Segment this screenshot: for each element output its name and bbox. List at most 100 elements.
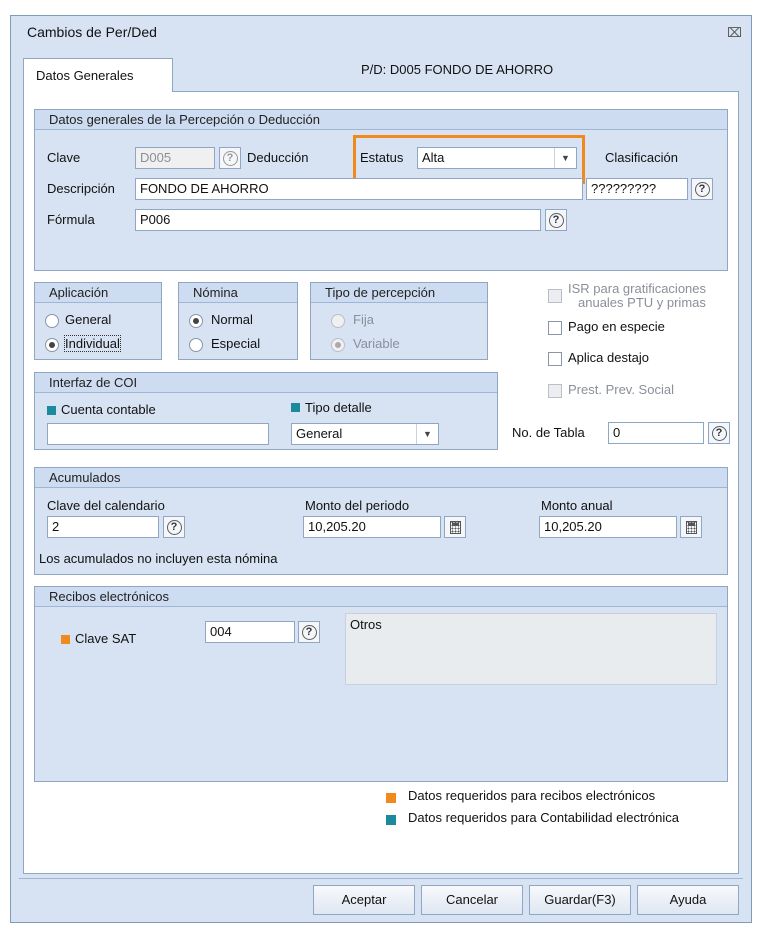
dialog-window: Cambios de Per/Ded ⌧ Datos Generales P/D… (10, 15, 752, 923)
isr-label-line1: ISR para gratificaciones (568, 281, 707, 296)
calculator-icon (685, 520, 697, 534)
clave-calendario-label: Clave del calendario (47, 498, 165, 513)
tab-datos-generales[interactable]: Datos Generales (23, 58, 173, 92)
aceptar-button[interactable]: Aceptar (313, 885, 415, 915)
radio-fija (331, 314, 345, 328)
no-tabla-field[interactable]: 0 (608, 422, 704, 444)
fija-label: Fija (353, 312, 374, 327)
question-icon: ? (166, 519, 182, 535)
no-tabla-label: No. de Tabla (512, 425, 585, 440)
cuenta-contable-label: Cuenta contable (61, 402, 156, 417)
tab-strip: Datos Generales P/D: D005 FONDO DE AHORR… (19, 56, 743, 92)
group-title: Datos generales de la Percepción o Deduc… (35, 110, 727, 130)
question-icon: ? (548, 212, 564, 228)
group-datos-generales: Datos generales de la Percepción o Deduc… (34, 109, 728, 271)
clave-help-button: ? (219, 147, 241, 169)
title-bar: Cambios de Per/Ded ⌧ (11, 16, 751, 52)
formula-field[interactable]: P006 (135, 209, 541, 231)
estatus-highlight (353, 135, 585, 184)
monto-anual-calculator-button[interactable] (680, 516, 702, 538)
tipo-detalle-select[interactable]: General ▼ (291, 423, 439, 445)
teal-legend-icon (386, 815, 396, 825)
clave-field: D005 (135, 147, 215, 169)
dialog-client: Datos Generales P/D: D005 FONDO DE AHORR… (19, 56, 743, 876)
radio-especial[interactable] (189, 338, 203, 352)
monto-periodo-label: Monto del periodo (305, 498, 410, 513)
formula-help-button[interactable]: ? (545, 209, 567, 231)
group-interfaz-coi: Interfaz de COI Cuenta contable Tipo det… (34, 372, 498, 450)
acumulados-note: Los acumulados no incluyen esta nómina (39, 551, 278, 566)
group-recibos-electronicos: Recibos electrónicos Clave SAT 004 ? Otr… (34, 586, 728, 782)
tipo-label: Deducción (247, 150, 309, 165)
clave-sat-help-button[interactable]: ? (298, 621, 320, 643)
isr-checkbox (548, 289, 562, 303)
normal-label[interactable]: Normal (211, 312, 253, 327)
monto-anual-label: Monto anual (541, 498, 613, 513)
monto-periodo-field[interactable]: 10,205.20 (303, 516, 441, 538)
descripcion-label: Descripción (47, 181, 115, 196)
orange-legend-icon (386, 793, 396, 803)
clave-sat-description: Otros (345, 613, 717, 685)
teal-marker-icon (47, 406, 56, 415)
descripcion-field[interactable]: FONDO DE AHORRO (135, 178, 583, 200)
orange-marker-icon (61, 635, 70, 644)
pd-header: P/D: D005 FONDO DE AHORRO (361, 62, 554, 77)
aplica-destajo-label[interactable]: Aplica destajo (568, 350, 649, 365)
group-aplicacion: Aplicación General Individual (34, 282, 162, 360)
cancelar-button[interactable]: Cancelar (421, 885, 523, 915)
clave-calendario-help-button[interactable]: ? (163, 516, 185, 538)
clave-label: Clave (47, 150, 81, 165)
especial-label[interactable]: Especial (211, 336, 260, 351)
window-title: Cambios de Per/Ded (27, 24, 157, 40)
no-tabla-help-button[interactable]: ? (708, 422, 730, 444)
prest-prev-label: Prest. Prev. Social (568, 382, 674, 397)
pago-especie-label[interactable]: Pago en especie (568, 319, 665, 334)
question-icon: ? (711, 425, 727, 441)
clasificacion-help-button[interactable]: ? (691, 178, 713, 200)
tab-panel: Datos generales de la Percepción o Deduc… (23, 91, 739, 874)
monto-periodo-calculator-button[interactable] (444, 516, 466, 538)
question-icon: ? (301, 624, 317, 640)
cuenta-contable-field[interactable] (47, 423, 269, 445)
clave-calendario-field[interactable]: 2 (47, 516, 159, 538)
teal-marker-icon (291, 403, 300, 412)
guardar-button[interactable]: Guardar(F3) (529, 885, 631, 915)
general-label[interactable]: General (65, 312, 111, 327)
close-icon[interactable]: ⌧ (727, 26, 742, 40)
group-title: Nómina (179, 283, 297, 303)
tipo-detalle-value: General (296, 426, 343, 441)
calculator-icon (449, 520, 461, 534)
clasificacion-field[interactable]: ????????? (586, 178, 688, 200)
question-icon: ? (694, 181, 710, 197)
formula-label: Fórmula (47, 212, 95, 227)
monto-anual-field[interactable]: 10,205.20 (539, 516, 677, 538)
legend-teal-text: Datos requeridos para Contabilidad elect… (408, 810, 679, 825)
tipo-detalle-label: Tipo detalle (305, 400, 372, 415)
radio-normal[interactable] (189, 314, 203, 328)
group-title: Interfaz de COI (35, 373, 497, 393)
pago-especie-checkbox[interactable] (548, 321, 562, 335)
legend-orange-text: Datos requeridos para recibos electrónic… (408, 788, 656, 803)
clasificacion-label: Clasificación (605, 150, 678, 165)
isr-label-line2: anuales PTU y primas (578, 295, 706, 310)
group-acumulados: Acumulados Clave del calendario 2 ? Mont… (34, 467, 728, 575)
prest-prev-checkbox (548, 384, 562, 398)
group-nomina: Nómina Normal Especial (178, 282, 298, 360)
variable-label: Variable (353, 336, 400, 351)
group-tipo-percepcion: Tipo de percepción Fija Variable (310, 282, 488, 360)
group-title: Aplicación (35, 283, 161, 303)
group-title: Tipo de percepción (311, 283, 487, 303)
radio-individual[interactable] (45, 338, 59, 352)
group-title: Recibos electrónicos (35, 587, 727, 607)
button-bar: Aceptar Cancelar Guardar(F3) Ayuda (19, 878, 743, 920)
chevron-down-icon[interactable]: ▼ (416, 424, 438, 444)
question-icon: ? (222, 150, 238, 166)
clave-sat-field[interactable]: 004 (205, 621, 295, 643)
individual-label[interactable]: Individual (64, 335, 121, 352)
radio-general[interactable] (45, 314, 59, 328)
radio-variable (331, 338, 345, 352)
group-title: Acumulados (35, 468, 727, 488)
aplica-destajo-checkbox[interactable] (548, 352, 562, 366)
clave-sat-label: Clave SAT (75, 631, 137, 646)
ayuda-button[interactable]: Ayuda (637, 885, 739, 915)
